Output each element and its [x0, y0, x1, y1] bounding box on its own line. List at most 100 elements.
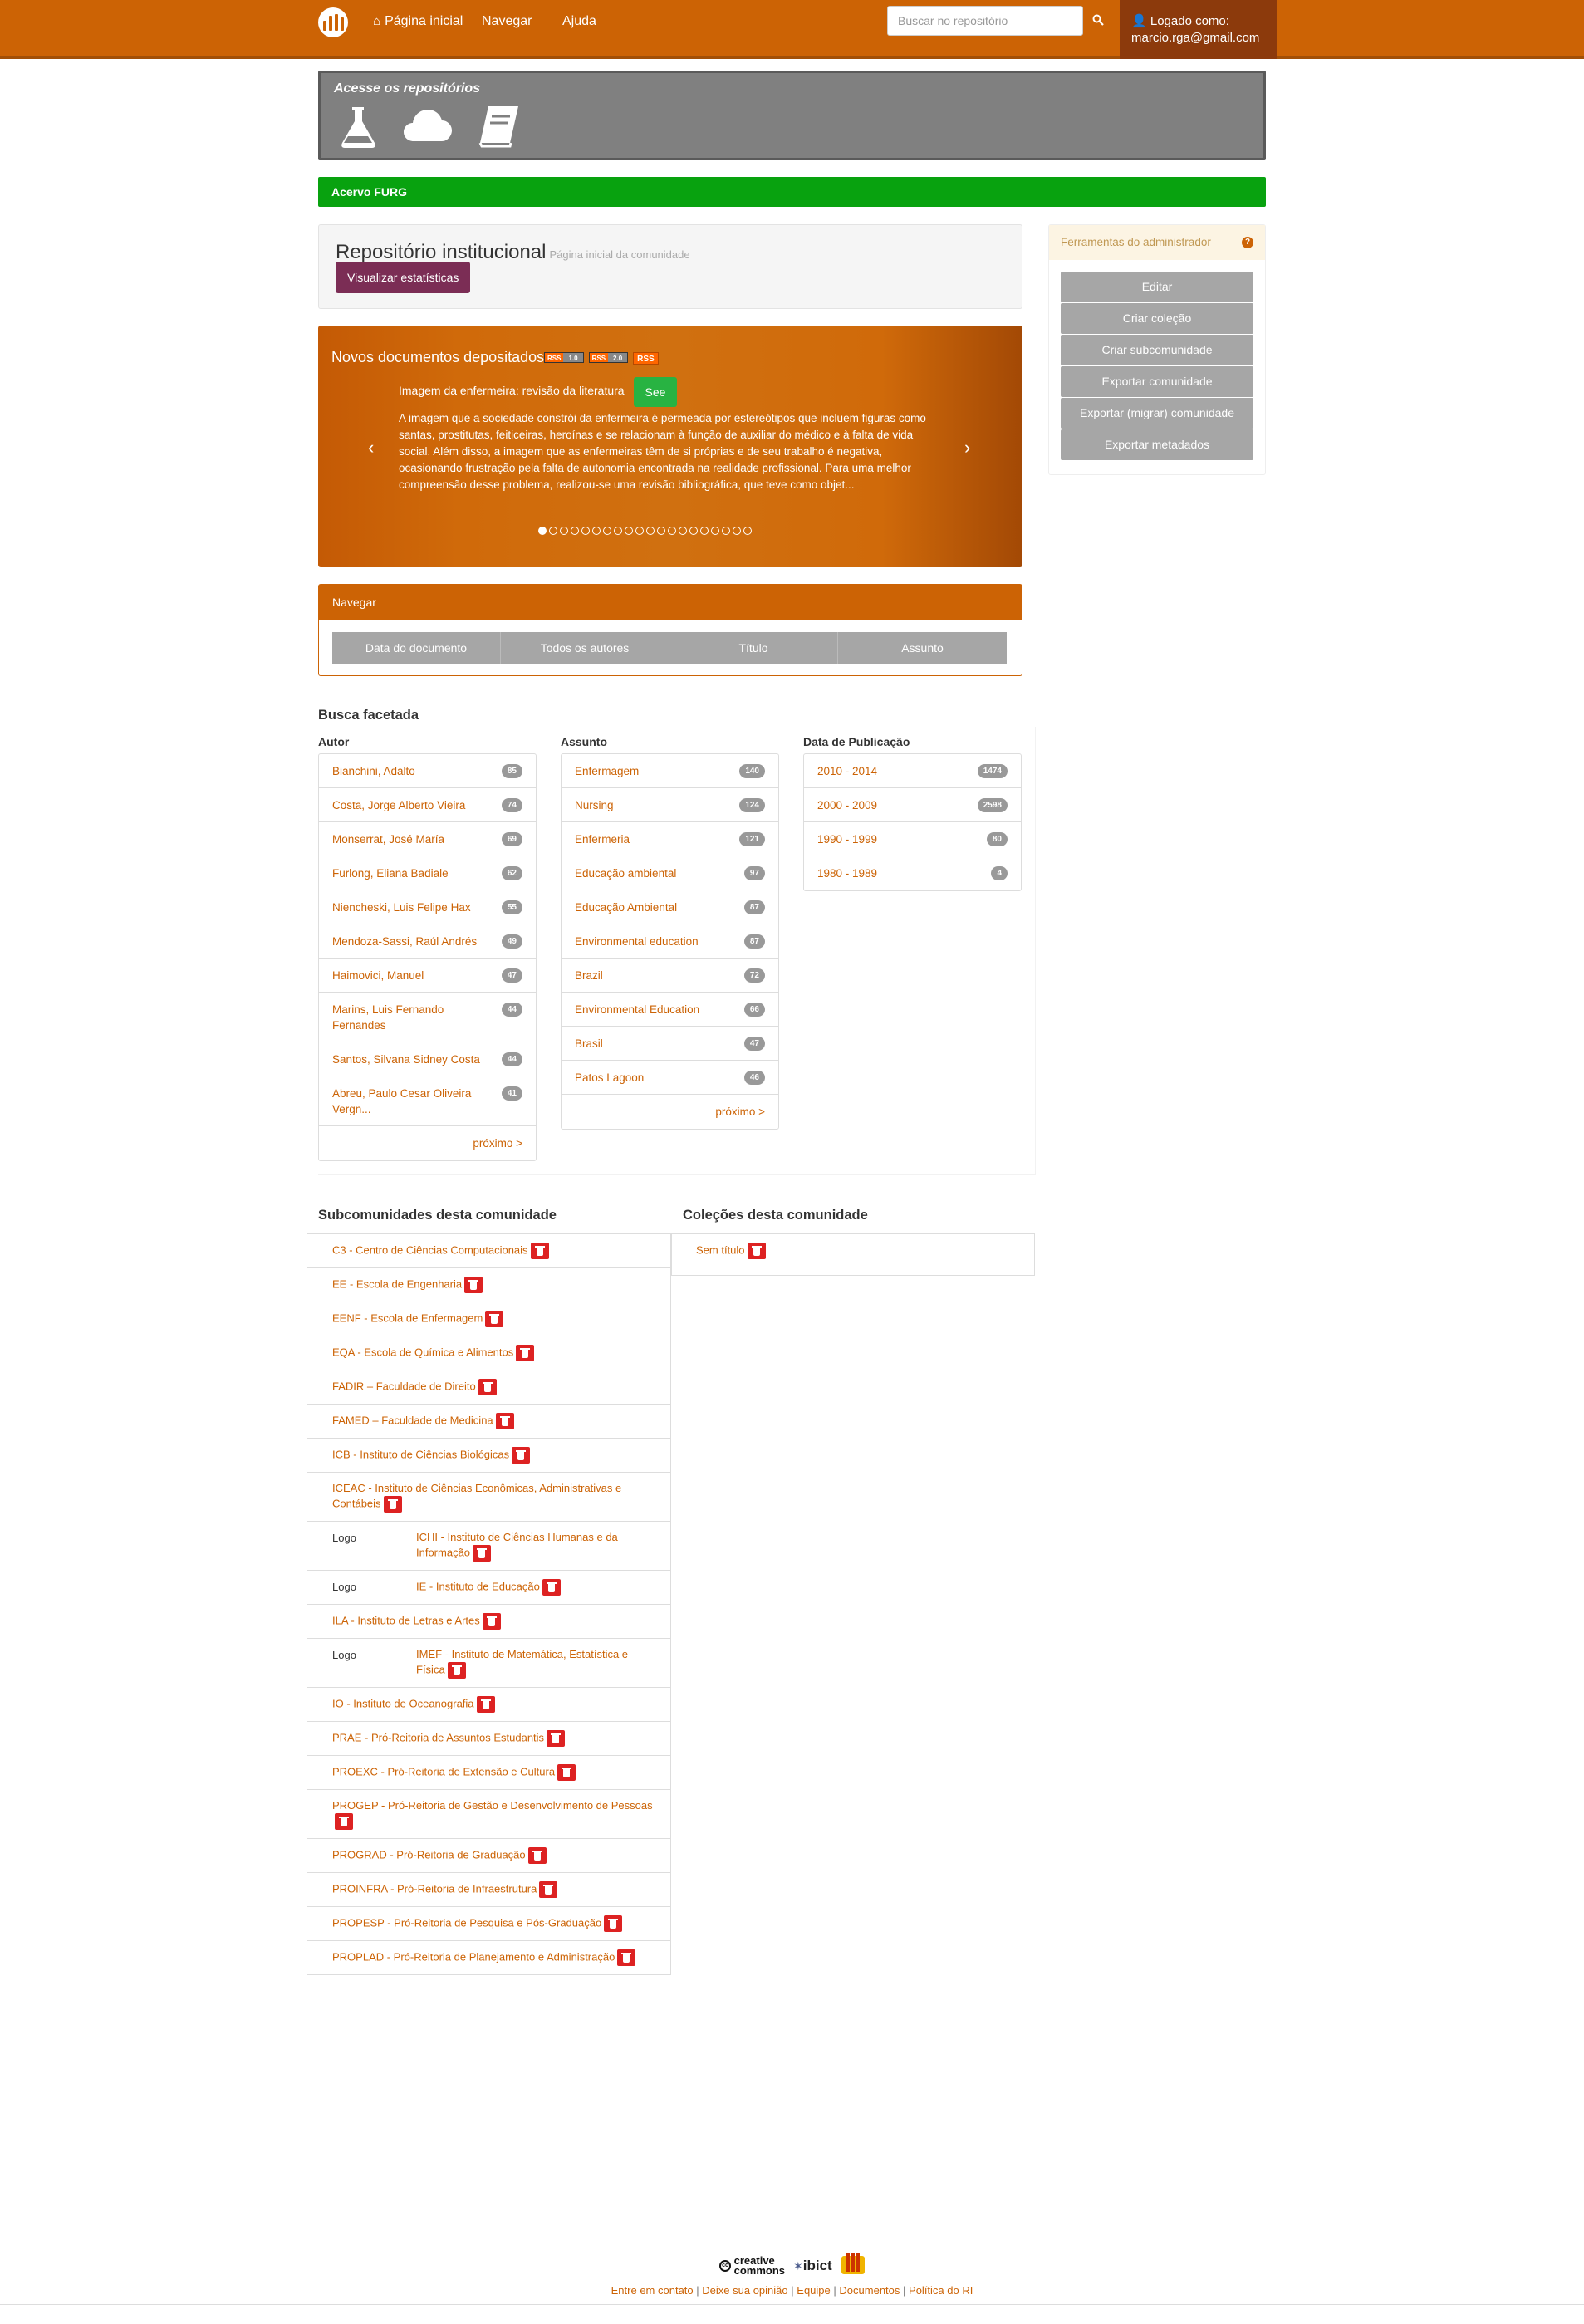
subcommunity-link[interactable]: IE - Instituto de Educação [416, 1580, 540, 1592]
facet-next-link[interactable]: próximo > [562, 1095, 778, 1129]
footer-feedback-link[interactable]: Deixe sua opinião [702, 2284, 787, 2297]
trash-icon[interactable] [530, 1243, 549, 1259]
carousel-dot[interactable] [657, 527, 665, 535]
facet-item[interactable]: Monserrat, José María 69 [319, 822, 536, 856]
carousel-dot[interactable] [560, 527, 568, 535]
facet-item[interactable]: Enfermeria 121 [562, 822, 778, 856]
subcommunity-link[interactable]: ICEAC - Instituto de Ciências Econômicas… [332, 1482, 621, 1509]
facet-item[interactable]: Brasil 47 [562, 1027, 778, 1061]
trash-icon[interactable] [747, 1243, 766, 1259]
facet-item[interactable]: Niencheski, Luis Felipe Hax 55 [319, 890, 536, 924]
footer-policy-link[interactable]: Política do RI [909, 2284, 973, 2297]
facet-item[interactable]: Brazil 72 [562, 959, 778, 993]
trash-icon[interactable] [485, 1311, 504, 1327]
ibict-logo[interactable]: ✶ibict [793, 2258, 832, 2274]
subcommunity-link[interactable]: EE - Escola de Engenharia [332, 1277, 462, 1290]
footer-contact-link[interactable]: Entre em contato [611, 2284, 694, 2297]
carousel-dot[interactable] [603, 527, 611, 535]
facet-item[interactable]: Marins, Luis Fernando Fernandes 44 [319, 993, 536, 1042]
carousel-dot[interactable] [592, 527, 601, 535]
subcommunity-link[interactable]: PROPESP - Pró-Reitoria de Pesquisa e Pós… [332, 1916, 601, 1929]
subcommunity-link[interactable]: EENF - Escola de Enfermagem [332, 1312, 483, 1324]
trash-icon[interactable] [512, 1447, 531, 1464]
carousel-dot[interactable] [549, 527, 557, 535]
facet-item[interactable]: Patos Lagoon 46 [562, 1061, 778, 1095]
cloud-icon[interactable] [402, 105, 454, 150]
facet-item[interactable]: Educação ambiental 97 [562, 856, 778, 890]
trash-icon[interactable] [478, 1379, 497, 1395]
nav-browse-link[interactable]: Navegar [482, 13, 532, 30]
create-collection-button[interactable]: Criar coleção [1061, 303, 1253, 334]
browse-by-author-button[interactable]: Todos os autores [501, 632, 669, 664]
trash-icon[interactable] [495, 1413, 514, 1429]
creative-commons-logo[interactable]: cc creative commons [719, 2255, 785, 2276]
facet-item[interactable]: Santos, Silvana Sidney Costa 44 [319, 1042, 536, 1076]
facet-item[interactable]: Furlong, Eliana Badiale 62 [319, 856, 536, 890]
facet-item[interactable]: 1980 - 1989 4 [804, 856, 1021, 890]
subcommunity-link[interactable]: ICHI - Instituto de Ciências Humanas e d… [416, 1531, 618, 1558]
facet-item[interactable]: Mendoza-Sassi, Raúl Andrés 49 [319, 924, 536, 959]
rss-badge[interactable]: RSS [633, 352, 659, 365]
carousel-dot[interactable] [679, 527, 687, 535]
subcommunity-link[interactable]: PRAE - Pró-Reitoria de Assuntos Estudant… [332, 1731, 544, 1743]
repository-logo-icon[interactable] [318, 7, 348, 37]
nav-help-link[interactable]: Ajuda [562, 13, 596, 30]
carousel-dot[interactable] [711, 527, 719, 535]
footer-documents-link[interactable]: Documentos [839, 2284, 900, 2297]
facet-item[interactable]: Nursing 124 [562, 788, 778, 822]
trash-icon[interactable] [482, 1613, 501, 1630]
search-input[interactable]: Buscar no repositório [887, 6, 1083, 36]
repository-footer-logo-icon[interactable] [841, 2253, 866, 2278]
trash-icon[interactable] [604, 1915, 623, 1932]
facet-item[interactable]: Enfermagem 140 [562, 754, 778, 788]
rss-1-feed-badge[interactable]: RSS 1.0 [544, 352, 584, 363]
facet-item[interactable]: Costa, Jorge Alberto Vieira 74 [319, 788, 536, 822]
nav-home-link[interactable]: ⌂ Página inicial [373, 13, 463, 30]
carousel-dot[interactable] [689, 527, 698, 535]
subcommunity-link[interactable]: FADIR – Faculdade de Direito [332, 1380, 476, 1392]
facet-item[interactable]: 1990 - 1999 80 [804, 822, 1021, 856]
facet-item[interactable]: Educação Ambiental 87 [562, 890, 778, 924]
trash-icon[interactable] [539, 1881, 558, 1898]
carousel-next-icon[interactable]: › [964, 437, 970, 458]
subcommunity-link[interactable]: PROPLAD - Pró-Reitoria de Planejamento e… [332, 1950, 615, 1963]
trash-icon[interactable] [473, 1545, 492, 1562]
book-icon[interactable] [477, 105, 522, 150]
export-migrate-community-button[interactable]: Exportar (migrar) comunidade [1061, 398, 1253, 429]
trash-icon[interactable] [464, 1277, 483, 1293]
export-community-button[interactable]: Exportar comunidade [1061, 366, 1253, 397]
subcommunity-link[interactable]: PROGRAD - Pró-Reitoria de Graduação [332, 1848, 526, 1861]
subcommunity-link[interactable]: PROINFRA - Pró-Reitoria de Infraestrutur… [332, 1882, 537, 1895]
carousel-item-title[interactable]: Imagem da enfermeira: revisão da literat… [399, 384, 625, 397]
carousel-dot[interactable] [668, 527, 676, 535]
facet-item[interactable]: Abreu, Paulo Cesar Oliveira Vergn... 41 [319, 1076, 536, 1126]
trash-icon[interactable] [476, 1696, 495, 1713]
help-icon[interactable]: ? [1242, 237, 1253, 248]
subcommunity-link[interactable]: ICB - Instituto de Ciências Biológicas [332, 1448, 509, 1460]
carousel-prev-icon[interactable]: ‹ [368, 437, 374, 458]
facet-item[interactable]: Bianchini, Adalto 85 [319, 754, 536, 788]
view-statistics-button[interactable]: Visualizar estatísticas [336, 262, 471, 293]
trash-icon[interactable] [557, 1764, 576, 1781]
user-menu[interactable]: 👤 Logado como: marcio.rga@gmail.com [1120, 0, 1277, 59]
subcommunity-link[interactable]: FAMED – Faculdade de Medicina [332, 1414, 493, 1426]
flask-icon[interactable] [337, 105, 379, 150]
facet-item[interactable]: 2010 - 2014 1474 [804, 754, 1021, 788]
trash-icon[interactable] [542, 1579, 561, 1596]
facet-item[interactable]: 2000 - 2009 2598 [804, 788, 1021, 822]
browse-by-date-button[interactable]: Data do documento [332, 632, 501, 664]
footer-team-link[interactable]: Equipe [797, 2284, 830, 2297]
trash-icon[interactable] [516, 1345, 535, 1361]
rss-2-feed-badge[interactable]: RSS 2.0 [588, 352, 629, 363]
carousel-dot[interactable] [635, 527, 644, 535]
facet-next-link[interactable]: próximo > [319, 1126, 536, 1160]
see-button[interactable]: See [634, 377, 677, 407]
trash-icon[interactable] [447, 1662, 466, 1679]
trash-icon[interactable] [617, 1949, 636, 1966]
carousel-dot[interactable] [538, 527, 547, 535]
subcommunity-link[interactable]: EQA - Escola de Química e Alimentos [332, 1346, 513, 1358]
carousel-dot[interactable] [581, 527, 590, 535]
collection-link[interactable]: Sem título [696, 1243, 745, 1256]
carousel-dot[interactable] [614, 527, 622, 535]
trash-icon[interactable] [335, 1813, 353, 1830]
